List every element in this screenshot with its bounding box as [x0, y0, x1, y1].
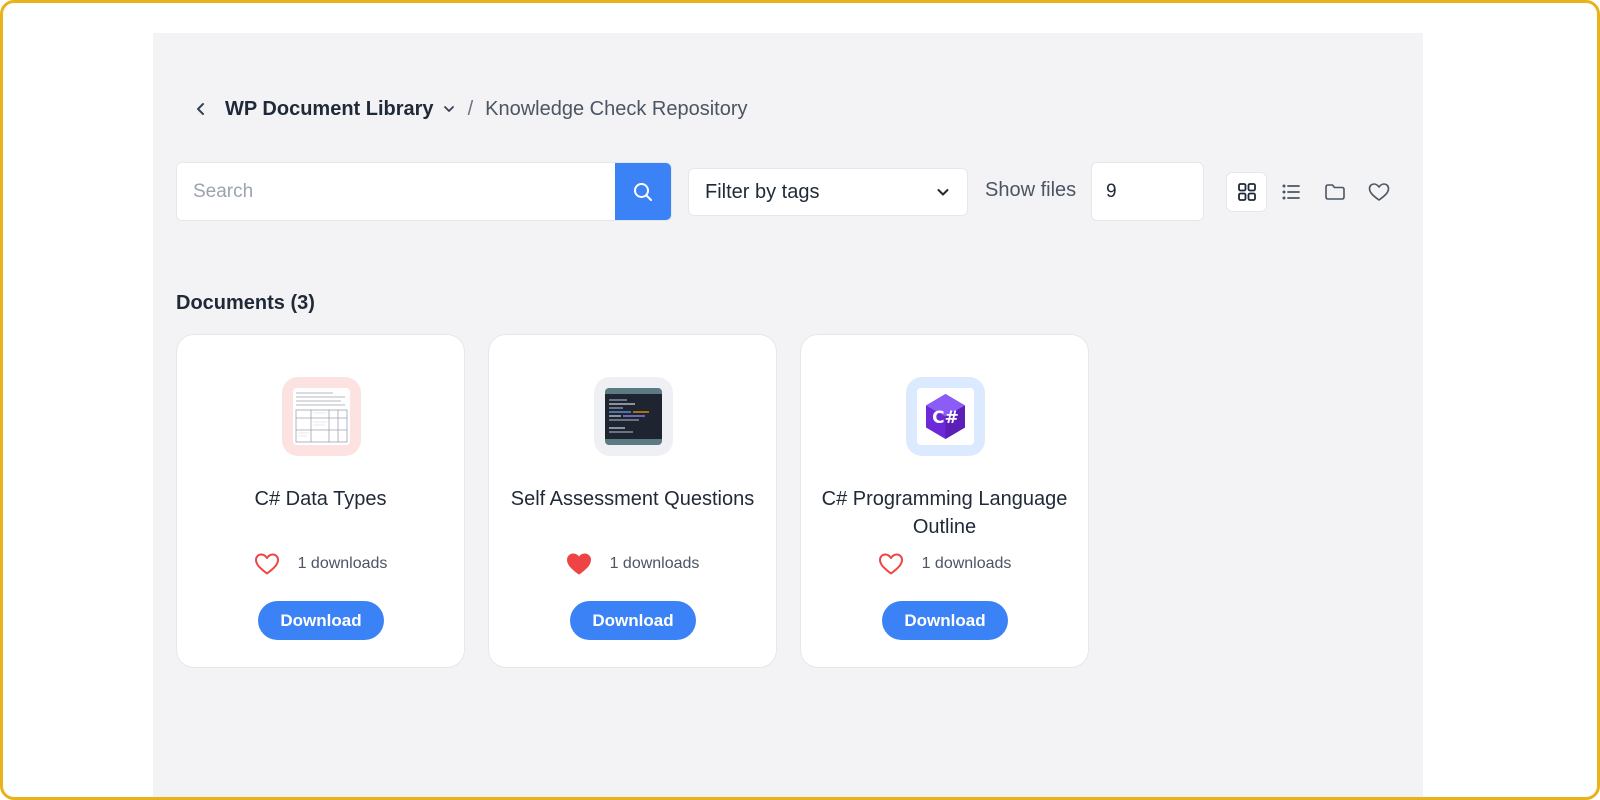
document-title[interactable]: C# Data Types [197, 485, 444, 513]
document-card[interactable]: C# Data Types 1 downloads Download [176, 334, 465, 668]
csharp-logo-icon: C# [917, 388, 974, 445]
download-button[interactable]: Download [882, 601, 1008, 640]
grid-view-button[interactable] [1226, 172, 1267, 212]
document-thumbnail[interactable] [282, 377, 361, 456]
download-count: 1 downloads [921, 555, 1012, 572]
download-count: 1 downloads [297, 555, 388, 572]
view-switcher [1226, 172, 1402, 212]
heart-outline-icon [254, 553, 279, 575]
document-card[interactable]: C# C# Programming Language Outline 1 dow… [800, 334, 1089, 668]
heart-outline-icon [878, 553, 903, 575]
search-icon [634, 182, 652, 201]
show-files-label: Show files [985, 179, 1077, 201]
chevron-left-icon [197, 103, 204, 115]
favorite-button[interactable] [878, 552, 904, 576]
document-meta: 1 downloads [489, 552, 776, 576]
document-preview-image [605, 388, 662, 445]
breadcrumb-root[interactable]: WP Document Library [225, 98, 456, 121]
favorites-view-button[interactable] [1358, 172, 1399, 212]
filter-by-tags-select[interactable]: Filter by tags [688, 168, 968, 216]
download-button[interactable]: Download [258, 601, 384, 640]
breadcrumb-separator: / [467, 97, 474, 120]
search-button[interactable] [615, 163, 671, 220]
window-frame: WP Document Library / Knowledge Check Re… [0, 0, 1600, 800]
filter-label: Filter by tags [705, 180, 820, 203]
folder-view-button[interactable] [1314, 172, 1355, 212]
list-view-button[interactable] [1270, 172, 1311, 212]
back-button[interactable] [189, 97, 213, 121]
library-panel: WP Document Library / Knowledge Check Re… [153, 33, 1423, 797]
document-preview-image [293, 388, 350, 445]
document-card[interactable]: Self Assessment Questions 1 downloads Do… [488, 334, 777, 668]
document-title[interactable]: C# Programming Language Outline [821, 485, 1068, 541]
heart-outline-icon [1368, 183, 1389, 201]
folder-icon [1324, 184, 1345, 200]
breadcrumb: WP Document Library / Knowledge Check Re… [189, 95, 748, 123]
chevron-down-icon [442, 102, 456, 116]
document-grid: C# Data Types 1 downloads Download Self … [176, 334, 1112, 668]
document-meta: 1 downloads [177, 552, 464, 576]
chevron-down-icon [937, 189, 949, 196]
download-button[interactable]: Download [570, 601, 696, 640]
favorite-button[interactable] [254, 552, 280, 576]
search-box [176, 162, 672, 221]
grid-icon [1237, 183, 1256, 201]
document-title[interactable]: Self Assessment Questions [509, 485, 756, 513]
breadcrumb-current: Knowledge Check Repository [485, 97, 748, 120]
document-preview-image: C# [917, 388, 974, 445]
document-meta: 1 downloads [801, 552, 1088, 576]
heart-filled-icon [566, 553, 591, 575]
breadcrumb-root-label: WP Document Library [225, 97, 434, 120]
search-input[interactable] [177, 163, 615, 220]
show-files-input[interactable] [1091, 162, 1204, 221]
favorite-button[interactable] [566, 552, 592, 576]
svg-text:C#: C# [932, 408, 959, 428]
list-icon [1282, 184, 1300, 200]
documents-heading: Documents (3) [176, 292, 315, 314]
document-thumbnail[interactable] [594, 377, 673, 456]
download-count: 1 downloads [609, 555, 700, 572]
document-thumbnail[interactable]: C# [906, 377, 985, 456]
